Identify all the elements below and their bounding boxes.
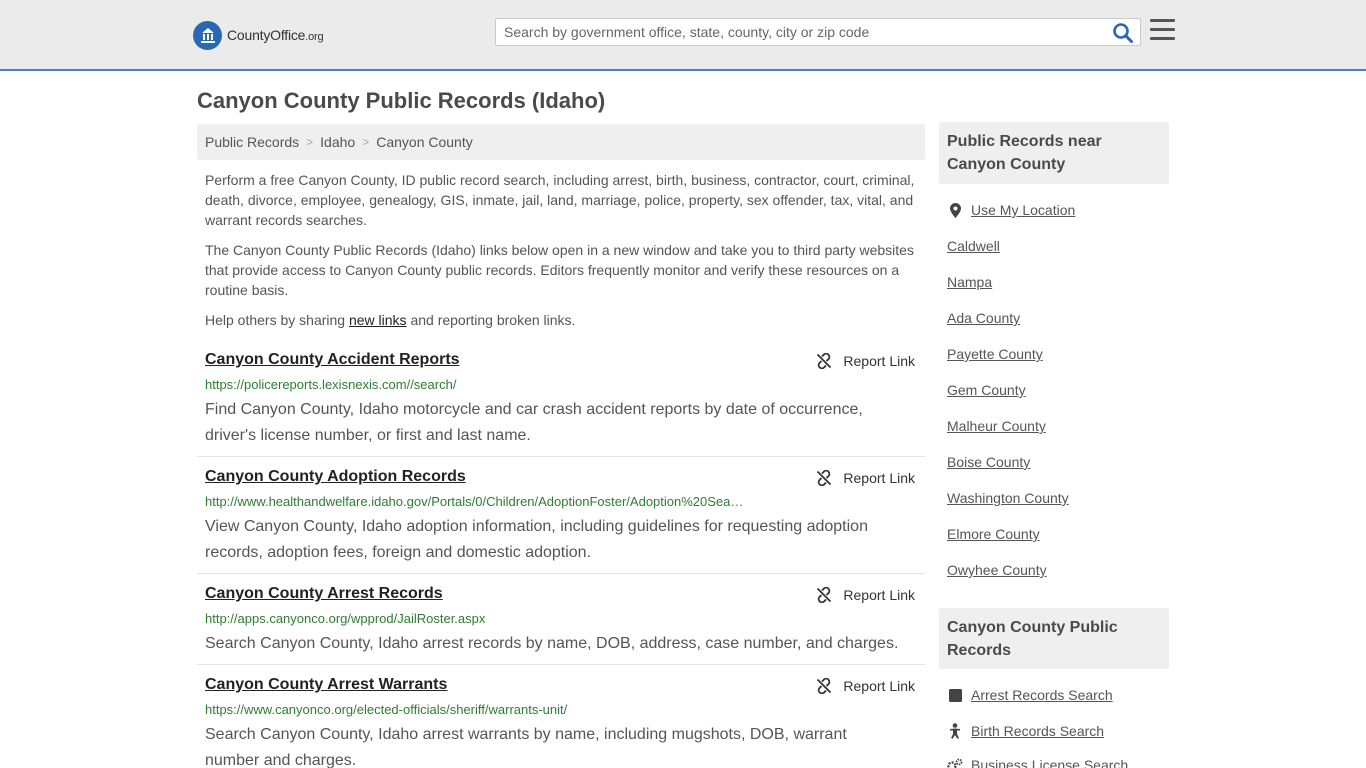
intro-section: Perform a free Canyon County, ID public … [205,170,917,340]
record-title-link[interactable]: Canyon County Arrest Records [205,585,443,603]
report-link-button[interactable]: Report Link [816,470,915,486]
breadcrumb-item-idaho[interactable]: Idaho [320,134,355,150]
square-icon [947,688,963,702]
use-my-location-link[interactable]: Use My Location [947,202,1075,218]
record-title-link[interactable]: Canyon County Arrest Warrants [205,676,447,694]
gears-icon [947,758,963,768]
intro-paragraph-3: Help others by sharing new links and rep… [205,310,917,330]
search-box [495,18,1141,46]
record-url[interactable]: https://policereports.lexisnexis.com//se… [205,377,805,392]
record-description: Search Canyon County, Idaho arrest warra… [205,726,847,768]
sidebar-record-link-label: Arrest Records Search [971,687,1113,703]
sidebar-near-link[interactable]: Malheur County [947,418,1046,434]
hamburger-line [1150,28,1175,31]
record-item: Canyon County Adoption Records Report Li… [197,468,925,574]
intro-paragraph-1: Perform a free Canyon County, ID public … [205,172,915,228]
record-description: View Canyon County, Idaho adoption infor… [205,518,868,561]
breadcrumb-separator: > [306,135,314,149]
sidebar-near-link[interactable]: Ada County [947,310,1020,326]
sidebar-near-heading: Public Records near Canyon County [939,122,1169,184]
sidebar-record-link-label: Birth Records Search [971,723,1105,739]
sidebar-near-link[interactable]: Payette County [947,346,1043,362]
breadcrumb: Public Records > Idaho > Canyon County [197,124,925,160]
logo-main-text: CountyOffice [227,27,306,43]
hamburger-menu-button[interactable] [1150,19,1175,41]
sidebar-near-link[interactable]: Elmore County [947,526,1040,542]
sidebar-near-link[interactable]: Gem County [947,382,1026,398]
intro-text: and reporting broken links. [406,312,576,328]
site-header: CountyOffice.org [0,0,1366,71]
use-my-location-label: Use My Location [971,202,1076,218]
breadcrumb-separator: > [362,135,370,149]
report-link-button[interactable]: Report Link [816,678,915,694]
sidebar-records-heading: Canyon County Public Records [939,608,1169,669]
record-description: Find Canyon County, Idaho motorcycle and… [205,401,863,444]
broken-link-icon [817,587,832,603]
sidebar-record-link-label: Business License Search [971,757,1129,768]
record-item: Canyon County Arrest Warrants Report Lin… [197,676,925,768]
record-item: Canyon County Accident Reports Report Li… [197,351,925,457]
broken-link-icon [817,678,832,694]
sidebar-near-link[interactable]: Boise County [947,454,1030,470]
breadcrumb-item-public-records[interactable]: Public Records [205,134,299,150]
map-pin-icon [947,202,963,218]
broken-link-icon [817,470,832,486]
record-title-link[interactable]: Canyon County Accident Reports [205,351,460,369]
baby-icon [947,723,963,739]
record-url[interactable]: http://apps.canyonco.org/wpprod/JailRost… [205,611,805,626]
hamburger-line [1150,19,1175,22]
search-input[interactable] [496,19,1106,45]
report-link-label: Report Link [843,587,915,603]
record-description: Search Canyon County, Idaho arrest recor… [205,635,899,652]
page-title: Canyon County Public Records (Idaho) [197,88,606,113]
record-url[interactable]: http://www.healthandwelfare.idaho.gov/Po… [205,494,805,509]
sidebar-near-link[interactable]: Caldwell [947,238,1000,254]
search-icon [1113,23,1133,43]
report-link-label: Report Link [843,353,915,369]
logo-seal-icon [193,20,222,50]
report-link-button[interactable]: Report Link [816,587,915,603]
site-logo[interactable]: CountyOffice.org [193,20,324,50]
record-item: Canyon County Arrest Records Report Link… [197,585,925,665]
search-button[interactable] [1112,22,1134,44]
broken-link-icon [817,353,832,369]
new-links-link[interactable]: new links [349,312,407,328]
sidebar-record-link-birth[interactable]: Birth Records Search [947,723,1104,739]
intro-text: Help others by sharing [205,312,349,328]
sidebar-near-link[interactable]: Nampa [947,274,992,290]
report-link-button[interactable]: Report Link [816,353,915,369]
sidebar-near-link[interactable]: Owyhee County [947,562,1047,578]
breadcrumb-item-canyon-county[interactable]: Canyon County [376,134,473,150]
hamburger-line [1150,37,1175,40]
report-link-label: Report Link [843,470,915,486]
sidebar-record-link-business[interactable]: Business License Search [947,757,1128,768]
intro-paragraph-2: The Canyon County Public Records (Idaho)… [205,242,914,298]
sidebar-near-link[interactable]: Washington County [947,490,1069,506]
report-link-label: Report Link [843,678,915,694]
sidebar-record-link-arrest[interactable]: Arrest Records Search [947,687,1113,703]
record-url[interactable]: https://www.canyonco.org/elected-officia… [205,702,805,717]
logo-text: CountyOffice.org [227,27,324,43]
record-title-link[interactable]: Canyon County Adoption Records [205,468,466,486]
logo-suffix-text: .org [305,31,324,43]
